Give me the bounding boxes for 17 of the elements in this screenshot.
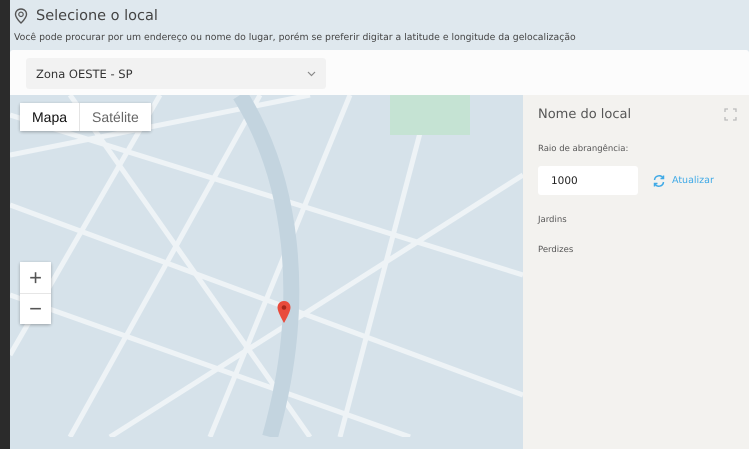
- map-type-tab[interactable]: Satélite: [79, 103, 151, 131]
- dialog-title: Selecione o local: [36, 8, 158, 24]
- refresh-icon: [652, 174, 666, 188]
- map-type-tab[interactable]: Mapa: [20, 103, 80, 131]
- radius-input[interactable]: 1000: [538, 166, 638, 195]
- place-item[interactable]: Jardins: [538, 215, 734, 225]
- zoom-out-button[interactable]: −: [20, 293, 51, 324]
- dialog-description: Você pode procurar por um endereço ou nome do lugar, porém se preferir digitar a latitude e longitude da gelocalização: [14, 32, 577, 43]
- map-marker-icon: [276, 300, 292, 324]
- chevron-down-icon: [307, 70, 316, 76]
- zoom-in-button[interactable]: +: [20, 262, 51, 293]
- fullscreen-icon[interactable]: [724, 108, 737, 121]
- place-item[interactable]: Perdizes: [538, 245, 734, 255]
- panel-title: Nome do local: [538, 107, 632, 122]
- location-pin-icon: [14, 8, 28, 24]
- location-select[interactable]: Zona OESTE - SP: [26, 58, 326, 89]
- radius-label: Raio de abrangência:: [538, 144, 630, 154]
